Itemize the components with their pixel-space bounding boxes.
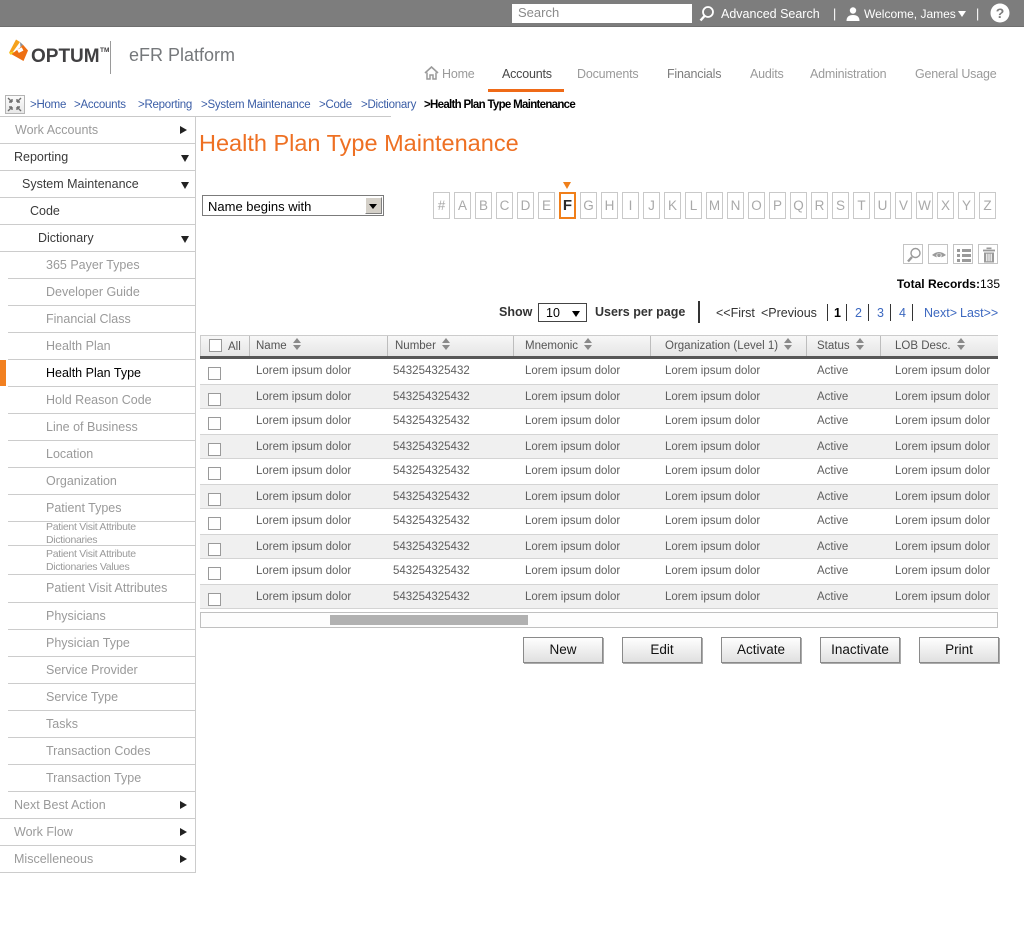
svg-text:?: ? xyxy=(996,5,1005,21)
